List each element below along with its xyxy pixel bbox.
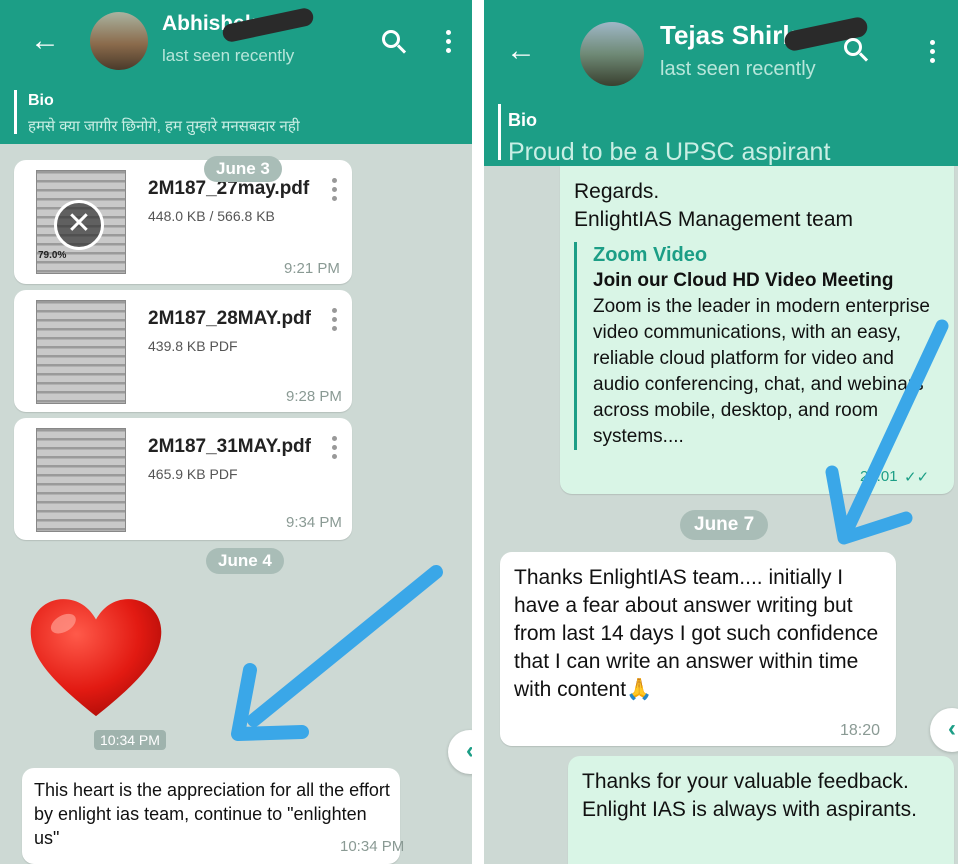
date-separator: June 3: [204, 156, 282, 182]
message-time: 9:28 PM: [286, 388, 342, 405]
message-text: Thanks for your valuable feedback. Enlig…: [582, 770, 917, 821]
pdf-thumbnail[interactable]: [36, 428, 126, 532]
incoming-message[interactable]: Thanks EnlightIAS team.... initially I h…: [500, 552, 896, 746]
file-name: 2M187_31MAY.pdf: [148, 436, 311, 457]
file-message[interactable]: ✕ 79.0% 2M187_27may.pdf 448.0 KB / 566.8…: [14, 160, 352, 284]
file-size: 465.9 KB PDF: [148, 466, 238, 482]
preview-title: Join our Cloud HD Video Meeting: [593, 270, 894, 291]
bio-banner: Bio Proud to be a UPSC aspirant: [484, 94, 958, 166]
arrow-left-icon[interactable]: ←: [506, 34, 536, 68]
sticker-time: 10:34 PM: [94, 730, 166, 750]
bio-text: Proud to be a UPSC aspirant: [508, 138, 831, 166]
file-size: 448.0 KB / 566.8 KB: [148, 208, 275, 224]
red-heart-icon[interactable]: [28, 594, 164, 724]
more-options-icon[interactable]: [930, 40, 936, 67]
annotation-arrow: [825, 319, 949, 545]
avatar[interactable]: [90, 12, 148, 70]
file-name: 2M187_28MAY.pdf: [148, 308, 311, 329]
right-chat-panel: ← Tejas Shirke last seen recently Bio Pr…: [484, 0, 958, 864]
bio-accent-bar: [498, 104, 501, 160]
outgoing-message[interactable]: Thanks for your valuable feedback. Enlig…: [568, 756, 954, 864]
last-seen-status: last seen recently: [660, 58, 816, 80]
left-chat-panel: ← Abhishek last seen recently Bio हमसे क…: [0, 0, 472, 864]
message-time: 10:34 PM: [340, 838, 405, 855]
text-message[interactable]: This heart is the appreciation for all t…: [22, 768, 404, 864]
bio-banner: Bio हमसे क्या जागीर छिनोगे, हम तुम्हारे …: [0, 80, 472, 144]
bio-accent-bar: [14, 90, 17, 134]
file-menu-icon[interactable]: [332, 178, 338, 205]
search-icon[interactable]: [382, 30, 406, 54]
file-message[interactable]: 2M187_28MAY.pdf 439.8 KB PDF 9:28 PM: [14, 290, 352, 412]
more-options-icon[interactable]: [446, 30, 452, 57]
file-message[interactable]: 2M187_31MAY.pdf 465.9 KB PDF 9:34 PM: [14, 418, 352, 540]
file-size: 439.8 KB PDF: [148, 338, 238, 354]
bio-label: Bio: [28, 92, 54, 109]
scroll-down-button[interactable]: ‹: [930, 708, 958, 752]
download-progress: 79.0%: [38, 250, 67, 261]
pdf-thumbnail[interactable]: [36, 300, 126, 404]
message-text-line: EnlightIAS Management team: [574, 208, 853, 231]
chat-header: ← Tejas Shirke last seen recently: [484, 0, 958, 94]
bio-label: Bio: [508, 110, 537, 130]
scroll-down-button[interactable]: ‹: [448, 730, 472, 774]
annotation-arrow: [231, 565, 443, 741]
chat-header: ← Abhishek last seen recently: [0, 0, 472, 80]
message-time: 18:20: [840, 722, 881, 739]
preview-site-name: Zoom Video: [593, 244, 708, 266]
avatar[interactable]: [580, 22, 644, 86]
cancel-download-icon[interactable]: ✕: [54, 200, 104, 250]
message-time: 9:34 PM: [286, 514, 342, 531]
file-menu-icon[interactable]: [332, 308, 338, 335]
message-time: 9:21 PM: [284, 260, 340, 277]
message-text: Thanks EnlightIAS team.... initially I h…: [514, 566, 879, 701]
search-icon[interactable]: [844, 38, 868, 62]
message-text-line: Regards.: [574, 180, 660, 203]
last-seen-status: last seen recently: [162, 46, 295, 65]
arrow-left-icon[interactable]: ←: [30, 24, 60, 58]
file-menu-icon[interactable]: [332, 436, 338, 463]
bio-text: हमसे क्या जागीर छिनोगे, हम तुम्हारे मनसब…: [28, 118, 300, 135]
date-separator: June 7: [680, 510, 769, 540]
